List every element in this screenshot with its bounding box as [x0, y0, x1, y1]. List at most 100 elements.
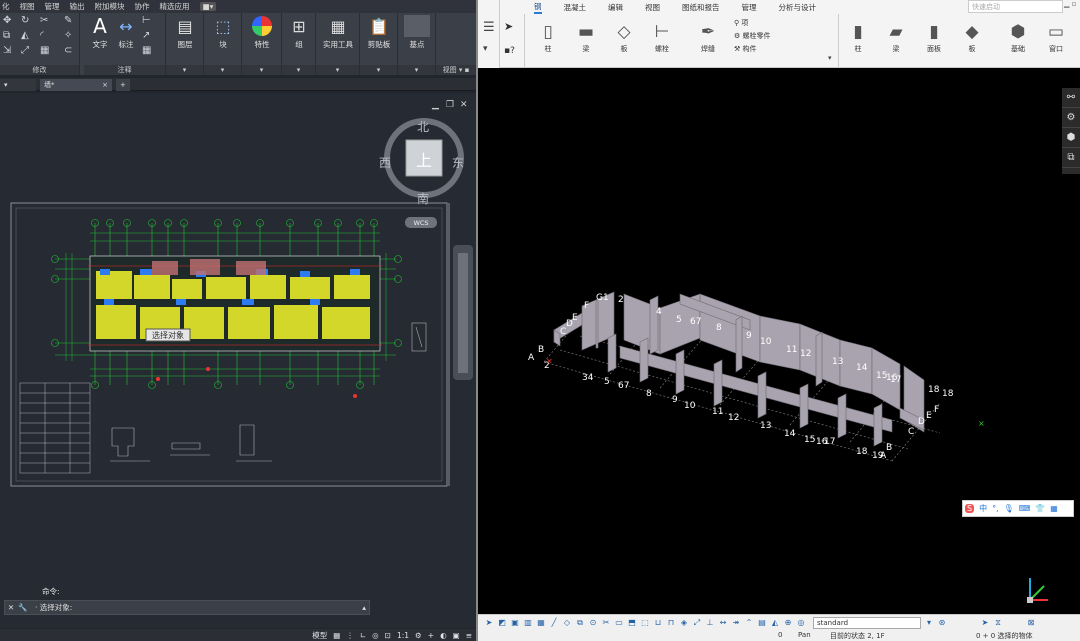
window-controls[interactable]: ▁ ▫ [1064, 0, 1080, 14]
select-part-icon[interactable]: ▣ [510, 618, 520, 628]
settings-icon[interactable]: ⊛ [937, 618, 947, 628]
tab-manage[interactable]: 管理 [742, 2, 757, 13]
window-button[interactable]: ▭ 窗口 [1038, 20, 1074, 54]
erase-icon[interactable]: ✎ [64, 15, 72, 26]
ime-punct[interactable]: °, [992, 504, 999, 513]
osnap-icon[interactable]: ⊡ [385, 631, 391, 640]
pointer-icon[interactable]: ➤ [484, 618, 494, 628]
menu-item[interactable]: 输出 [70, 1, 85, 12]
mirror-icon[interactable]: ◭ [21, 30, 29, 41]
annotation-label[interactable]: 注释 [84, 65, 165, 75]
snap-extension-icon[interactable]: ↔ [718, 618, 728, 628]
components-icon[interactable]: ⧉ [1062, 148, 1080, 168]
scale-icon[interactable]: ⤢ [21, 45, 29, 56]
ime-logo-icon[interactable]: S [965, 504, 975, 513]
menu-item[interactable]: 化 [2, 1, 10, 12]
menu-icon[interactable]: ≡ [466, 631, 472, 640]
select-bolt-icon[interactable]: ⊙ [588, 618, 598, 628]
tab-drawings[interactable]: 图纸和报告 [682, 2, 720, 13]
group-button[interactable]: ⊞ 组 [279, 13, 319, 50]
chevron-up-icon[interactable]: ▴ [362, 603, 366, 612]
apps-icon[interactable]: ▦ [1050, 504, 1058, 513]
tab-start[interactable]: ▾ [0, 79, 36, 91]
annotation-scale[interactable]: 1:1 [397, 631, 409, 640]
move-icon[interactable]: ✥ [3, 15, 11, 26]
tab-drawing[interactable]: 墙* × [40, 79, 112, 91]
modify-label[interactable]: 修改 [0, 65, 79, 75]
model-3d-view[interactable]: G1 2 F E D C A B 4 5 67 8 9 10 11 12 13 … [500, 68, 1062, 614]
cad-drawing-canvas[interactable]: ▁ ❐ ✕ 上 北 南 东 西 WCS 选择对象 [0, 93, 476, 593]
restore-icon[interactable]: ❐ [446, 100, 454, 110]
tab-steel[interactable]: 钢 [534, 1, 542, 14]
snap-free-icon[interactable]: ⌃ [744, 618, 754, 628]
model-button[interactable]: 模型 [312, 630, 327, 641]
select-component-icon[interactable]: ⬒ [627, 618, 637, 628]
view-label[interactable]: 视图 ▾ ▪ [436, 65, 476, 75]
new-tab-button[interactable]: + [116, 79, 130, 91]
select-all-icon[interactable]: ◩ [497, 618, 507, 628]
select-pointer-icon[interactable]: ➤ [504, 20, 513, 33]
camera-icon[interactable]: ■▾ [199, 2, 217, 11]
snap-geometry-icon[interactable]: ▤ [757, 618, 767, 628]
shirt-icon[interactable]: 👕 [1035, 504, 1045, 513]
chevron-down-icon[interactable]: ▾ [828, 54, 832, 62]
polar-icon[interactable]: ◎ [372, 631, 379, 640]
stretch-icon[interactable]: ⇲ [3, 45, 11, 56]
snap-perp-icon[interactable]: ⊥ [705, 618, 715, 628]
snap-icon[interactable]: ⋮ [346, 631, 354, 640]
settings-icon[interactable]: ⚙ [1062, 108, 1080, 128]
steel-column-button[interactable]: ▯ 柱 [530, 20, 566, 54]
footing-button[interactable]: ⬢ 基础 [1000, 20, 1036, 54]
filter-icon[interactable]: ⧖ [993, 618, 1003, 628]
menu-item[interactable]: 视图 [20, 1, 35, 12]
concrete-column-button[interactable]: ▮ 柱 [840, 20, 876, 54]
fullscreen-icon[interactable]: ▣ [453, 631, 460, 640]
gear-icon[interactable]: ⚙ [415, 631, 422, 640]
tab-edit[interactable]: 编辑 [608, 2, 623, 13]
tab-concrete[interactable]: 混凝土 [564, 2, 587, 13]
nav-wheel[interactable] [458, 253, 468, 373]
chevron-down-icon[interactable]: ▾ [483, 44, 488, 54]
steel-plate-button[interactable]: ◇ 板 [606, 20, 642, 54]
add-icon[interactable]: + [428, 631, 434, 640]
properties-dropdown[interactable]: ▾ [242, 65, 281, 75]
overflow-icon[interactable]: ⊠ [1026, 618, 1036, 628]
keyboard-icon[interactable]: ⌨ [1019, 504, 1031, 513]
menu-item[interactable]: 协作 [135, 1, 150, 12]
steel-beam-button[interactable]: ▬ 梁 [568, 20, 604, 54]
copy-icon[interactable]: ⧉ [3, 30, 10, 41]
select-surface-icon[interactable]: ▥ [523, 618, 533, 628]
help-pointer-icon[interactable]: ▪? [504, 46, 515, 56]
block-dropdown[interactable]: ▾ [204, 65, 241, 75]
isolate-icon[interactable]: ◐ [440, 631, 447, 640]
basepoint-button[interactable]: 基点 [397, 13, 437, 50]
array-icon[interactable]: ▦ [40, 45, 49, 56]
select-point-icon[interactable]: ▦ [536, 618, 546, 628]
select-weld-icon[interactable]: ✂ [601, 618, 611, 628]
snap-center-icon[interactable]: ◈ [679, 618, 689, 628]
item-entry[interactable]: ⚲ 项 [734, 17, 771, 30]
ortho-icon[interactable]: ∟ [360, 631, 366, 640]
select-line-icon[interactable]: ╱ [549, 618, 559, 628]
utilities-dropdown[interactable]: ▾ [316, 65, 359, 75]
assembly-entry[interactable]: ⚒ 构件 [734, 43, 771, 56]
grid-icon[interactable]: ▦ [333, 631, 340, 640]
offset-icon[interactable]: ⊂ [64, 45, 72, 56]
hamburger-icon[interactable]: ☰ [483, 20, 495, 35]
microphone-icon[interactable]: 🎙 [1004, 504, 1014, 513]
explode-icon[interactable]: ✧ [64, 30, 72, 41]
panel-button[interactable]: ▮ 面板 [916, 20, 952, 54]
menu-item[interactable]: 精选应用 [160, 1, 190, 12]
menu-item[interactable]: 附加模块 [95, 1, 125, 12]
cursor-mode-icon[interactable]: ➤ [980, 618, 990, 628]
trim-icon[interactable]: ✂ [40, 15, 48, 26]
quick-launch-input[interactable]: 快速启动 [968, 0, 1063, 13]
properties-button[interactable]: 特性 [242, 13, 282, 50]
snap-end-icon[interactable]: ⊔ [653, 618, 663, 628]
minimize-icon[interactable]: ▁ [431, 100, 440, 110]
snap-work-icon[interactable]: ⊕ [783, 618, 793, 628]
group-dropdown[interactable]: ▾ [282, 65, 315, 75]
slab-button[interactable]: ◆ 板 [954, 20, 990, 54]
block-button[interactable]: ⬚ 块 [203, 13, 243, 50]
select-grid-icon[interactable]: ⧉ [575, 618, 585, 628]
